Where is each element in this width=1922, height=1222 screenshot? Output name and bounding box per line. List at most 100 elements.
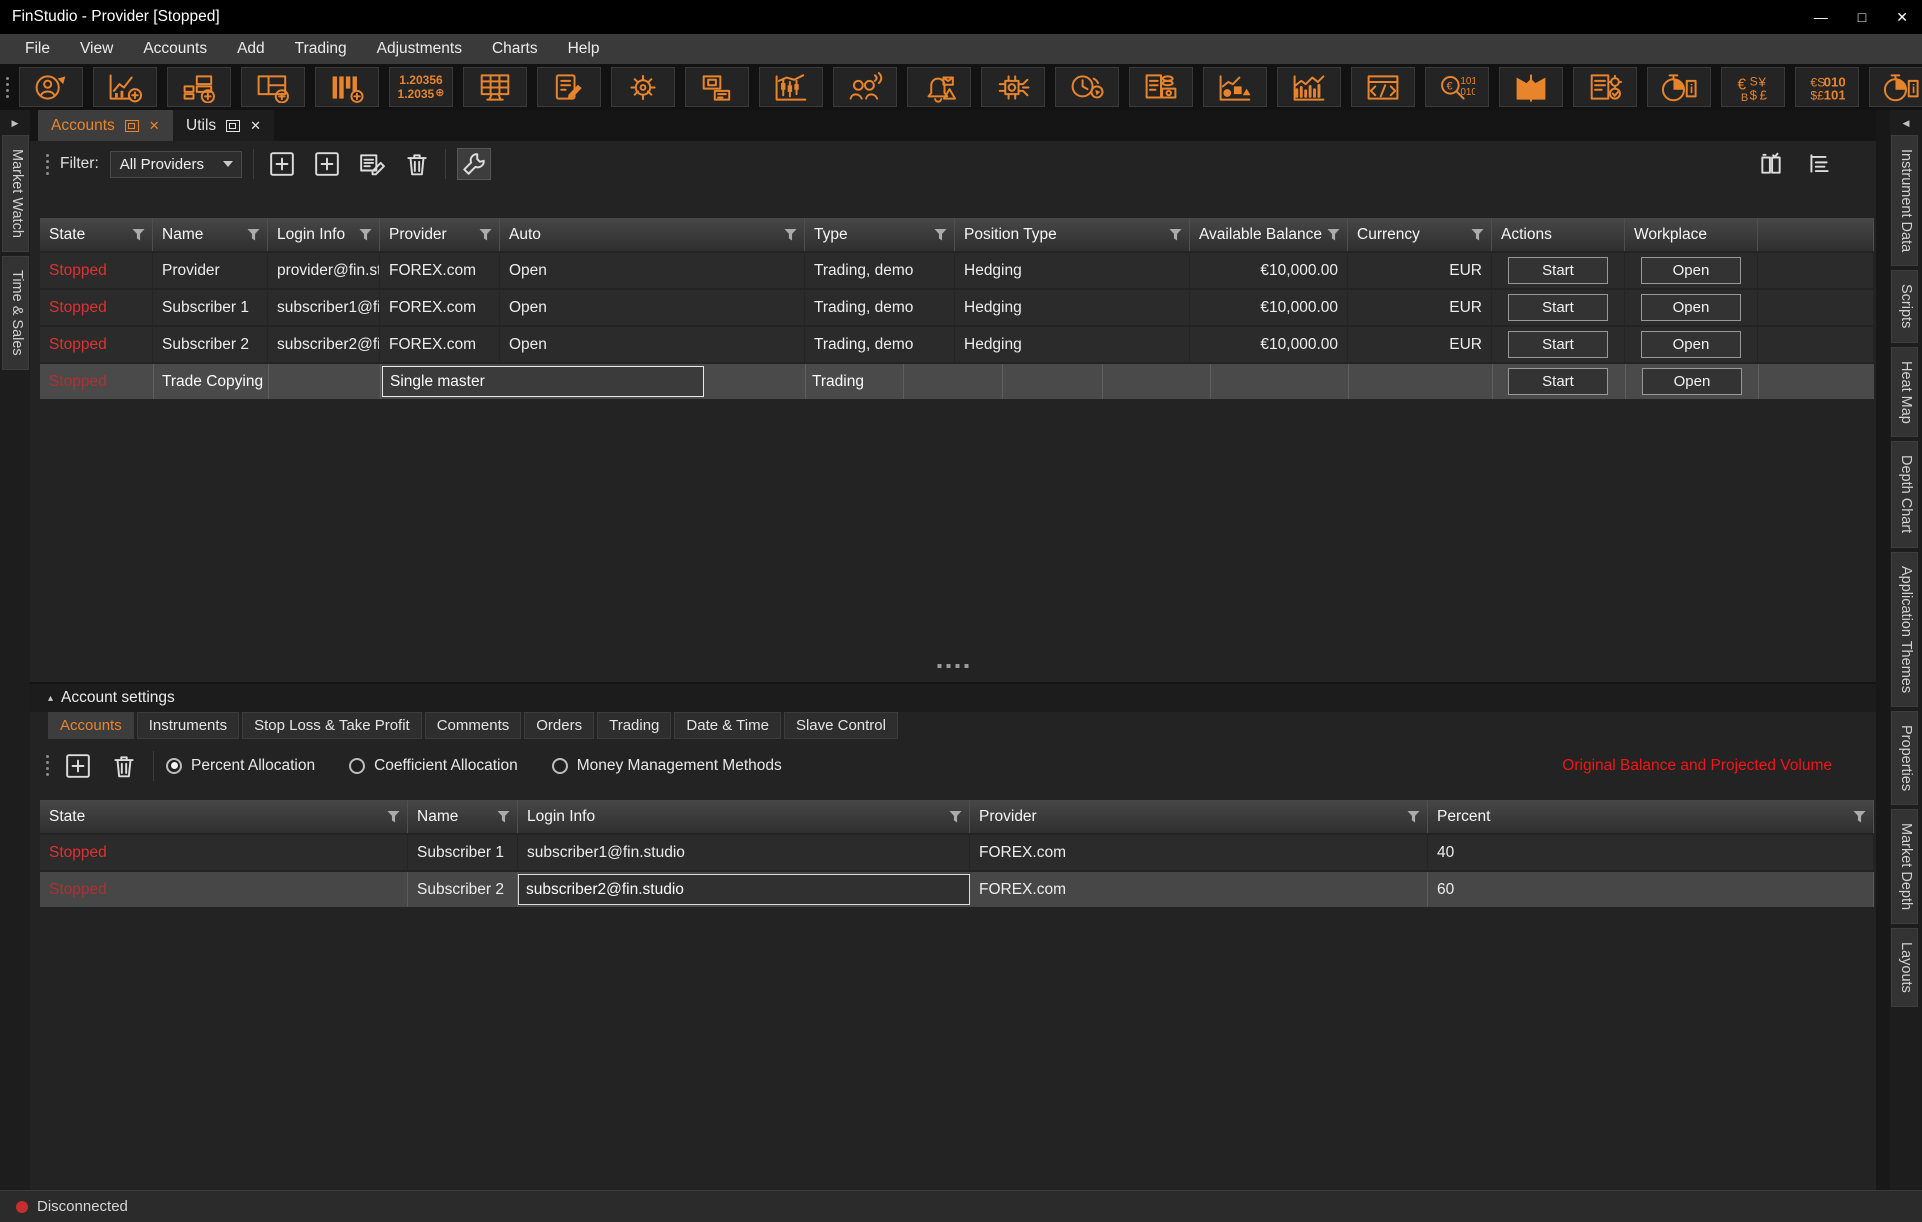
menu-view[interactable]: View: [65, 40, 128, 58]
toolbar-button-window-cascade[interactable]: [685, 67, 749, 107]
account-settings-bar[interactable]: ▴ Account settings: [30, 682, 1876, 712]
menu-adjustments[interactable]: Adjustments: [362, 40, 477, 58]
column-header-login-info[interactable]: Login Info: [518, 800, 970, 833]
toolbar-button-quote-grid[interactable]: [463, 67, 527, 107]
settings-tab-instruments[interactable]: Instruments: [137, 712, 239, 739]
sidebar-tab-properties[interactable]: Properties: [1891, 711, 1918, 805]
filter-funnel-icon[interactable]: [1327, 229, 1340, 241]
toolbar-button-timer-report[interactable]: i: [1647, 67, 1711, 107]
column-header-auto[interactable]: Auto: [500, 218, 805, 251]
account-tools-button[interactable]: [457, 148, 491, 180]
filter-funnel-icon[interactable]: [934, 229, 947, 241]
allocation-row-subscriber-2-selected[interactable]: Stopped Subscriber 2 subscriber2@fin.stu…: [40, 872, 1874, 907]
column-header-position-type[interactable]: Position Type: [955, 218, 1190, 251]
toolbar-button-task-checklist[interactable]: [1573, 67, 1637, 107]
menu-help[interactable]: Help: [553, 40, 615, 58]
toolbar-grip[interactable]: [6, 77, 9, 98]
menu-accounts[interactable]: Accounts: [128, 40, 222, 58]
toolbar-button-quote-board[interactable]: 1.203561.2035⊕: [389, 67, 453, 107]
filter-funnel-icon[interactable]: [784, 229, 797, 241]
tab-accounts[interactable]: Accounts ✕: [38, 110, 173, 141]
table-row-subscriber-2[interactable]: Stopped Subscriber 2 subscriber2@fin.stu…: [40, 327, 1874, 362]
start-button[interactable]: Start: [1508, 368, 1608, 395]
open-workplace-button[interactable]: Open: [1641, 331, 1741, 358]
toolbar-button-timer-info[interactable]: i: [1869, 67, 1922, 107]
column-header-currency[interactable]: Currency: [1348, 218, 1492, 251]
table-row-trade-copying-selected[interactable]: Stopped Trade Copying Single master Trad…: [40, 364, 1874, 399]
toolbar-button-binary-stream[interactable]: €S0101$£1010: [1795, 67, 1859, 107]
menu-trading[interactable]: Trading: [280, 40, 362, 58]
sidebar-tab-layouts[interactable]: Layouts: [1891, 928, 1918, 1007]
close-button[interactable]: ✕: [1896, 9, 1908, 26]
menu-add[interactable]: Add: [222, 40, 280, 58]
column-header-actions[interactable]: Actions: [1492, 218, 1625, 251]
provider-mode-editor[interactable]: Single master: [382, 366, 704, 397]
right-panel-collapse-icon[interactable]: ◀: [1890, 110, 1922, 135]
filter-funnel-icon[interactable]: [1169, 229, 1182, 241]
filter-funnel-icon[interactable]: [387, 811, 400, 823]
settings-tab-accounts[interactable]: Accounts: [48, 712, 134, 739]
sidebar-tab-instrument-data[interactable]: Instrument Data: [1891, 135, 1918, 266]
delete-account-button[interactable]: [400, 148, 434, 180]
toolbar-button-notifications-bell[interactable]: [907, 67, 971, 107]
open-workplace-button[interactable]: Open: [1641, 257, 1741, 284]
filter-funnel-icon[interactable]: [132, 229, 145, 241]
toolbar-button-market-trend[interactable]: [1277, 67, 1341, 107]
open-workplace-button[interactable]: Open: [1641, 294, 1741, 321]
collapse-icon[interactable]: ▴: [48, 693, 53, 704]
column-header-provider[interactable]: Provider: [380, 218, 500, 251]
tab-close-icon[interactable]: ✕: [250, 118, 261, 134]
filter-funnel-icon[interactable]: [359, 229, 372, 241]
column-header-name[interactable]: Name: [153, 218, 268, 251]
table-row-provider[interactable]: Stopped Provider provider@fin.studio FOR…: [40, 253, 1874, 288]
maximize-button[interactable]: □: [1858, 9, 1866, 25]
toolbar-button-journal-edit[interactable]: [537, 67, 601, 107]
menu-file[interactable]: File: [10, 40, 65, 58]
allocation-row-subscriber-1[interactable]: Stopped Subscriber 1 subscriber1@fin.stu…: [40, 835, 1874, 870]
filter-funnel-icon[interactable]: [1853, 811, 1866, 823]
provider-filter-dropdown[interactable]: All Providers: [110, 151, 242, 178]
filter-funnel-icon[interactable]: [247, 229, 260, 241]
toolbar-button-scheduler-clock[interactable]: [1055, 67, 1119, 107]
column-header-state[interactable]: State: [40, 800, 408, 833]
tab-close-icon[interactable]: ✕: [149, 118, 160, 134]
toolbar-button-settings-gear[interactable]: [611, 67, 675, 107]
toolbar-button-account-manager[interactable]: [19, 67, 83, 107]
sidebar-tab-application-themes[interactable]: Application Themes: [1891, 552, 1918, 707]
toolbar-button-currency-converter[interactable]: €S¥B$£: [1721, 67, 1785, 107]
toolbar-button-add-workspace[interactable]: [241, 67, 305, 107]
toolbar-button-add-chart[interactable]: [93, 67, 157, 107]
radio-money-management[interactable]: Money Management Methods: [552, 757, 782, 775]
tab-float-icon[interactable]: [125, 120, 139, 132]
column-header-type[interactable]: Type: [805, 218, 955, 251]
sidebar-tab-scripts[interactable]: Scripts: [1891, 270, 1918, 342]
sidebar-tab-market-depth[interactable]: Market Depth: [1891, 809, 1918, 924]
column-header-provider[interactable]: Provider: [970, 800, 1428, 833]
toolbar-button-billing-invoice[interactable]: [1129, 67, 1193, 107]
tab-float-icon[interactable]: [226, 120, 240, 132]
sidebar-tab-market-watch[interactable]: Market Watch: [2, 135, 29, 252]
toolbar-button-data-search[interactable]: €101010: [1425, 67, 1489, 107]
settings-tab-trading[interactable]: Trading: [597, 712, 671, 739]
radio-coefficient-allocation[interactable]: Coefficient Allocation: [349, 757, 518, 775]
allocation-toolbar-grip[interactable]: [46, 755, 49, 776]
toolbar-button-code-editor[interactable]: [1351, 67, 1415, 107]
filter-funnel-icon[interactable]: [497, 811, 510, 823]
column-header-available-balance[interactable]: Available Balance: [1190, 218, 1348, 251]
column-header-percent[interactable]: Percent: [1428, 800, 1874, 833]
toolbar-button-candlestick-chart[interactable]: [759, 67, 823, 107]
toolbar-button-contacts-broadcast[interactable]: [833, 67, 897, 107]
add-connection-button[interactable]: [310, 148, 344, 180]
open-workplace-button[interactable]: Open: [1642, 368, 1742, 395]
radio-percent-allocation[interactable]: Percent Allocation: [166, 757, 315, 775]
column-header-state[interactable]: State: [40, 218, 153, 251]
login-editor[interactable]: subscriber2@fin.studio: [518, 874, 970, 905]
start-button[interactable]: Start: [1508, 257, 1608, 284]
sidebar-tab-time-and-sales[interactable]: Time & Sales: [2, 256, 29, 370]
add-account-button[interactable]: [265, 148, 299, 180]
settings-tab-orders[interactable]: Orders: [524, 712, 594, 739]
settings-tab-slave-control[interactable]: Slave Control: [784, 712, 898, 739]
group-panel-button[interactable]: [1802, 148, 1836, 180]
left-panel-expand-icon[interactable]: ▶: [0, 110, 30, 135]
sidebar-tab-heat-map[interactable]: Heat Map: [1891, 347, 1918, 438]
